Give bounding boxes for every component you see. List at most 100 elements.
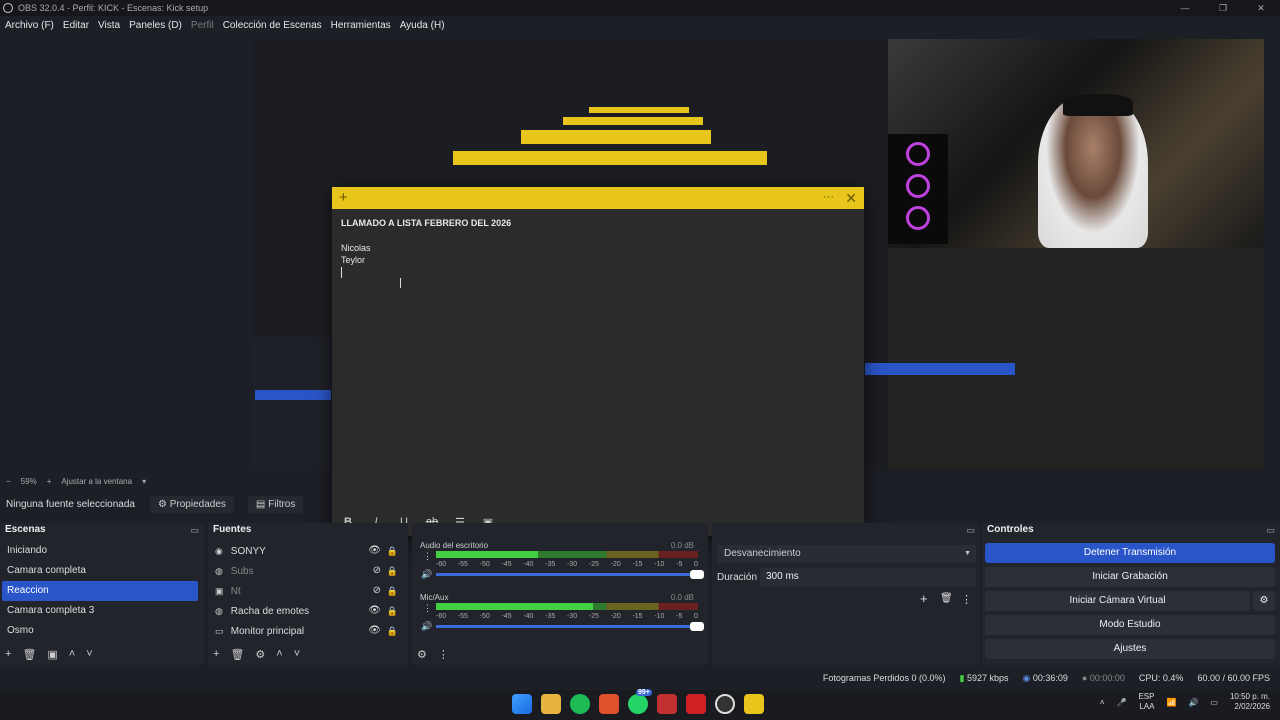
lock-icon[interactable]: 🔒 [387,581,398,601]
eye-icon[interactable]: 👁 [368,541,381,561]
studio-mode-button[interactable]: Modo Estudio [985,615,1275,635]
source-item[interactable]: ▣ Nt ⊘ 🔒 [208,581,408,601]
brave-icon[interactable] [599,694,619,714]
more-vertical-icon[interactable]: ⋮ [961,593,972,606]
virtual-cam-settings-button[interactable]: ⚙ [1253,591,1275,611]
sticky-note-titlebar[interactable]: + ··· ✕ [332,187,864,209]
add-icon[interactable]: + [920,591,928,606]
controls-title: Controles [987,524,1034,535]
more-vertical-icon[interactable]: ⋮ [438,648,449,661]
windows-start-icon[interactable] [512,694,532,714]
volume-slider[interactable] [436,570,704,579]
sticky-note-window[interactable]: + ··· ✕ LLAMADO A LISTA FEBRERO DEL 2026… [332,187,864,536]
lock-icon[interactable]: 🔒 [387,621,398,641]
source-item[interactable]: ◍ Subs ⊘ 🔒 [208,561,408,581]
close-icon[interactable]: ✕ [845,189,857,207]
more-vertical-icon[interactable]: ⋮ [423,551,432,562]
close-icon[interactable]: ✕ [1242,0,1280,16]
more-icon[interactable]: ··· [823,191,834,203]
gear-icon[interactable]: ⚙ [417,648,427,661]
trash-icon[interactable]: 🗑 [22,648,36,661]
scene-item[interactable]: Camara completa [0,561,204,581]
chevron-down-icon[interactable]: ˅ [294,648,300,661]
microphone-icon[interactable]: 🎤 [1116,698,1126,707]
menu-herramientas[interactable]: Herramientas [331,20,391,31]
eye-off-icon[interactable]: ⊘ [373,581,381,601]
lock-icon[interactable]: 🔒 [387,601,398,621]
chevron-down-icon[interactable]: ▾ [142,477,146,486]
wifi-icon[interactable]: 📶 [1166,698,1176,707]
dock-menu-icon[interactable]: ▭ [1266,523,1275,537]
speaker-icon[interactable]: 🔊 [421,621,432,632]
note-body[interactable]: LLAMADO A LISTA FEBRERO DEL 2026 Nicolas… [332,209,864,286]
source-item[interactable]: ◉ SONYY 👁 🔒 [208,541,408,561]
start-virtual-cam-button[interactable]: Iniciar Cámara Virtual [985,591,1250,611]
filters-button[interactable]: ▤ Filtros [247,495,304,513]
gear-icon[interactable]: ⚙ [255,648,265,661]
menu-archivo[interactable]: Archivo (F) [5,20,54,31]
chevron-down-icon[interactable]: ˅ [86,648,92,661]
chevron-up-icon[interactable]: ˄ [276,648,282,661]
minimize-icon[interactable]: — [1166,0,1204,16]
status-bar: Fotogramas Perdidos 0 (0.0%) ▮ 5927 kbps… [0,669,1280,687]
eye-icon[interactable]: 👁 [368,621,381,641]
lock-icon[interactable]: 🔒 [387,541,398,561]
trash-icon[interactable]: 🗑 [940,593,953,604]
more-vertical-icon[interactable]: ⋮ [423,603,432,614]
zoom-fit-label[interactable]: Ajustar a la ventana [61,477,132,486]
add-note-icon[interactable]: + [339,189,348,207]
zoom-out-icon[interactable]: − [6,477,11,486]
duration-input[interactable]: 300 ms [760,568,976,586]
transition-select[interactable]: Desvanecimiento ▼ [718,545,976,563]
scene-item[interactable]: Iniciando [0,541,204,561]
globe-icon: ◍ [215,606,223,616]
add-icon[interactable]: + [5,648,11,661]
scene-item-selected[interactable]: Reaccion [2,581,198,601]
chevron-up-icon[interactable]: ˄ [69,648,75,661]
language-indicator[interactable]: ESP LAA [1138,692,1154,712]
menu-editar[interactable]: Editar [63,20,89,31]
zoom-in-icon[interactable]: + [47,477,52,486]
settings-button[interactable]: Ajustes [985,639,1275,659]
sticky-notes-icon[interactable] [744,694,764,714]
slider-knob[interactable] [690,570,704,579]
anydesk-icon[interactable] [686,694,706,714]
scale-tick: -10 [654,613,665,620]
dock-menu-icon[interactable]: ▭ [190,523,199,537]
text-caret [341,266,342,278]
trash-icon[interactable]: 🗑 [230,648,244,661]
stop-stream-button[interactable]: Detener Transmisión [985,543,1275,563]
menu-vista[interactable]: Vista [98,20,120,31]
menu-coleccion[interactable]: Colección de Escenas [223,20,322,31]
lock-icon[interactable]: 🔒 [387,561,398,581]
scene-item[interactable]: Camara completa 3 [0,601,204,621]
add-icon[interactable]: + [213,648,219,661]
start-recording-button[interactable]: Iniciar Grabación [985,567,1275,587]
obs-taskbar-icon[interactable] [715,694,735,714]
menu-perfil[interactable]: Perfil [191,20,214,31]
clock[interactable]: 10:50 p. m. 2/02/2026 [1230,692,1270,712]
filter-icon[interactable]: ▣ [47,648,57,661]
slider-knob[interactable] [690,622,704,631]
scene-item[interactable]: Osmo [0,621,204,641]
volume-icon[interactable]: 🔊 [1188,698,1198,707]
whatsapp-icon[interactable]: 99+ [628,689,652,714]
volume-slider[interactable] [436,622,704,631]
scale-tick: -30 [566,561,578,568]
eye-off-icon[interactable]: ⊘ [373,561,381,581]
source-item[interactable]: ◍ Racha de emotes 👁 🔒 [208,601,408,621]
maximize-icon[interactable]: ❐ [1204,0,1242,16]
properties-button[interactable]: ⚙ Propiedades [150,495,234,513]
dock-menu-icon[interactable]: ▭ [966,523,975,537]
battery-icon[interactable]: ▭ [1210,698,1218,707]
chevron-up-icon[interactable]: ˄ [1100,698,1105,707]
speaker-icon[interactable]: 🔊 [421,569,432,580]
spotify-icon[interactable] [570,694,590,714]
tf-app-icon[interactable] [657,694,677,714]
scale-tick: -35 [545,613,556,620]
eye-icon[interactable]: 👁 [368,601,381,621]
menu-paneles[interactable]: Paneles (D) [129,20,182,31]
file-explorer-icon[interactable] [541,694,561,714]
source-item[interactable]: ▭ Monitor principal 👁 🔒 [208,621,408,641]
menu-ayuda[interactable]: Ayuda (H) [400,20,445,31]
